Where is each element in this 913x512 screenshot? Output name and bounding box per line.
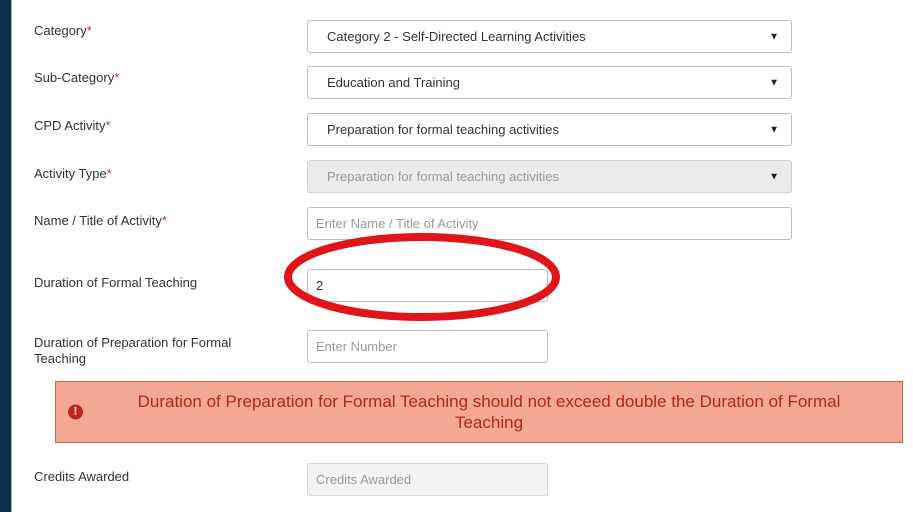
credits-placeholder: Credits Awarded — [316, 472, 412, 487]
required-mark: * — [86, 23, 92, 38]
credits-input: Credits Awarded — [307, 463, 548, 496]
activity-type-select: Preparation for formal teaching activiti… — [307, 160, 792, 193]
required-mark: * — [114, 70, 120, 85]
category-label: Category* — [34, 23, 92, 38]
caret-down-icon: ▼ — [769, 31, 779, 42]
caret-down-icon: ▼ — [769, 171, 779, 182]
activity-type-label: Activity Type* — [34, 166, 112, 181]
exclamation-circle-icon: ! — [68, 404, 83, 420]
required-mark: * — [161, 213, 167, 228]
category-select[interactable]: Category 2 - Self-Directed Learning Acti… — [307, 20, 792, 53]
caret-down-icon: ▼ — [769, 77, 779, 88]
highlight-ellipse-annotation — [284, 233, 560, 321]
caret-down-icon: ▼ — [769, 124, 779, 135]
activity-type-selected-value: Preparation for formal teaching activiti… — [327, 169, 559, 184]
duration-preparation-input[interactable]: Enter Number — [307, 330, 548, 363]
sub-category-select[interactable]: Education and Training ▼ — [307, 66, 792, 99]
cpd-activity-select[interactable]: Preparation for formal teaching activiti… — [307, 113, 792, 146]
required-mark: * — [106, 166, 112, 181]
validation-error-alert: ! Duration of Preparation for Formal Tea… — [55, 381, 903, 443]
duration-teaching-label: Duration of Formal Teaching — [34, 275, 198, 290]
required-mark: * — [105, 118, 111, 133]
cpd-activity-selected-value: Preparation for formal teaching activiti… — [327, 122, 559, 137]
activity-name-placeholder: Enter Name / Title of Activity — [316, 216, 479, 231]
cpd-activity-label: CPD Activity* — [34, 118, 111, 133]
activity-name-label: Name / Title of Activity* — [34, 213, 167, 228]
validation-error-message: Duration of Preparation for Formal Teach… — [137, 392, 841, 432]
duration-preparation-placeholder: Enter Number — [316, 339, 397, 354]
credits-label: Credits Awarded — [34, 469, 130, 484]
cpd-form-panel: Category* Category 2 - Self-Directed Lea… — [11, 0, 913, 512]
sub-category-label: Sub-Category* — [34, 70, 120, 85]
sub-category-selected-value: Education and Training — [327, 75, 460, 90]
duration-preparation-label: Duration of Preparation for Formal Teach… — [34, 335, 232, 366]
category-selected-value: Category 2 - Self-Directed Learning Acti… — [327, 29, 586, 44]
